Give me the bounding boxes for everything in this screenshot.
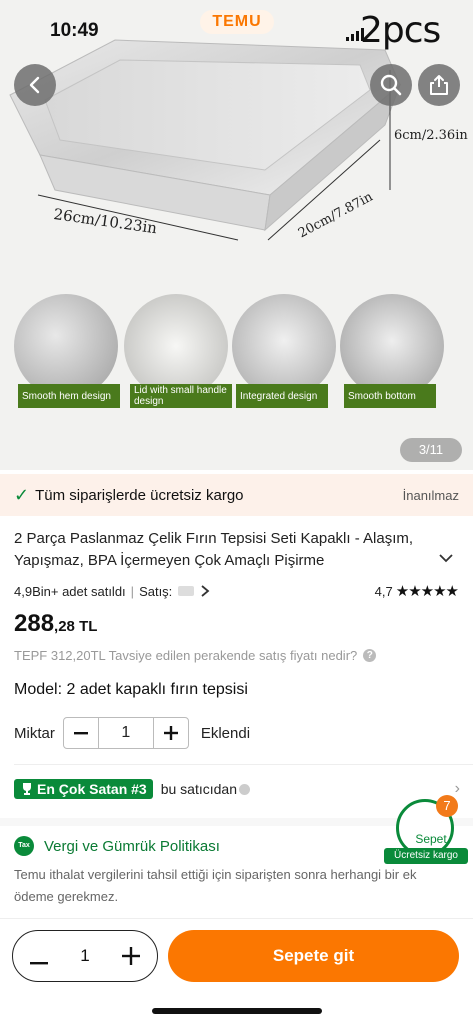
- bestseller-text: bu satıcıdan: [160, 781, 237, 797]
- back-button[interactable]: [14, 64, 56, 106]
- image-page-indicator: 3/11: [400, 438, 462, 462]
- check-icon: ✓: [14, 484, 30, 505]
- status-time: 10:49: [50, 20, 99, 41]
- rating[interactable]: 4,7 ★★★★★: [374, 582, 459, 600]
- product-title[interactable]: 2 Parça Paslanmaz Çelik Fırın Tepsisi Se…: [14, 528, 424, 572]
- bottom-quantity-stepper[interactable]: 1: [12, 930, 158, 982]
- trophy-icon: [23, 783, 31, 795]
- divider: [14, 764, 473, 765]
- feature-thumb-hem: [14, 294, 118, 398]
- feature-label-integrated: Integrated design: [236, 384, 328, 408]
- floating-cart-widget[interactable]: Sepet 7 Ücretsiz kargo: [384, 795, 470, 865]
- overlay-quantity-text: 2pcs: [360, 10, 441, 51]
- added-text: Eklendi: [200, 724, 251, 742]
- feature-label-hem: Smooth hem design: [18, 384, 120, 408]
- recommended-retail-price[interactable]: TEPF 312,20TL Tavsiye edilen perakende s…: [14, 648, 377, 663]
- bottom-increase-button[interactable]: [119, 941, 143, 972]
- seller-logo[interactable]: [178, 586, 195, 596]
- rating-value: 4,7: [374, 583, 393, 599]
- quantity-row: Miktar 1 Eklendi: [14, 717, 250, 749]
- increase-button[interactable]: [154, 718, 188, 748]
- decrease-button[interactable]: [64, 718, 98, 748]
- minus-icon: [73, 731, 88, 734]
- bottom-quantity-value[interactable]: 1: [80, 946, 89, 966]
- chevron-down-icon[interactable]: [438, 553, 454, 563]
- chevron-right-icon[interactable]: [200, 584, 210, 598]
- divider: [0, 918, 473, 919]
- height-dimension-label: 6cm/2.36in: [394, 128, 468, 143]
- price: 288,28 TL: [14, 610, 97, 638]
- sold-count: 4,9Bin+ adet satıldı: [14, 583, 126, 599]
- feature-label-bottom: Smooth bottom: [344, 384, 436, 408]
- cart-label: Sepet: [415, 832, 447, 846]
- search-button[interactable]: [370, 64, 412, 106]
- tax-policy-header[interactable]: Tax Vergi ve Gümrük Politikası: [14, 836, 220, 856]
- feature-thumb-integrated: [232, 294, 336, 398]
- bestseller-badge: En Çok Satan #3: [14, 779, 153, 799]
- tax-icon: Tax: [14, 836, 34, 856]
- price-decimal: ,28 TL: [54, 618, 98, 635]
- plus-icon: [163, 726, 178, 740]
- model-selection[interactable]: Model: 2 adet kapaklı fırın tepsisi: [14, 681, 248, 699]
- cart-free-shipping-label: Ücretsiz kargo: [384, 848, 468, 864]
- feature-label-lid: Lid with small handle design: [130, 384, 232, 408]
- shipping-more-link[interactable]: İnanılmaz: [403, 488, 459, 503]
- info-icon[interactable]: [238, 783, 250, 795]
- go-to-cart-button[interactable]: Sepete git: [168, 930, 459, 982]
- tax-policy-body: Temu ithalat vergilerini tahsil ettiği i…: [14, 867, 417, 904]
- product-image-gallery[interactable]: 10:49 TEMU 2pcs 26cm/10.23in 20cm/7.87in…: [0, 0, 473, 470]
- bottom-decrease-button[interactable]: [27, 941, 51, 972]
- cart-count-badge: 7: [436, 795, 458, 817]
- feature-thumbnails: Smooth hem design Lid with small handle …: [14, 294, 444, 414]
- seller-label[interactable]: Satış:: [139, 584, 172, 599]
- price-integer: 288: [14, 610, 55, 637]
- sold-and-rating-row: 4,9Bin+ adet satıldı | Satış: 4,7 ★★★★★: [14, 582, 459, 600]
- chevron-left-icon: [29, 76, 40, 94]
- help-icon[interactable]: ?: [363, 649, 377, 662]
- quantity-stepper[interactable]: 1: [62, 717, 189, 749]
- sold-separator: |: [130, 583, 135, 599]
- share-icon: [430, 75, 448, 95]
- minus-icon: [30, 961, 48, 964]
- feature-thumb-bottom: [340, 294, 444, 398]
- bestseller-badge-text: En Çok Satan #3: [37, 781, 147, 797]
- brand-logo: TEMU: [200, 10, 274, 34]
- tax-policy-title: Vergi ve Gümrük Politikası: [44, 837, 220, 855]
- share-button[interactable]: [418, 64, 460, 106]
- rrp-text: TEPF 312,20TL Tavsiye edilen perakende s…: [14, 648, 358, 663]
- quantity-value[interactable]: 1: [97, 718, 154, 748]
- home-indicator[interactable]: [152, 1008, 322, 1014]
- feature-thumb-lid: [124, 294, 228, 398]
- free-shipping-banner[interactable]: ✓ Tüm siparişlerde ücretsiz kargo İnanıl…: [0, 474, 473, 516]
- search-icon: [380, 74, 402, 96]
- plus-icon: [122, 946, 140, 965]
- rating-stars-icon: ★★★★★: [395, 583, 459, 600]
- free-shipping-text: Tüm siparişlerde ücretsiz kargo: [35, 486, 244, 504]
- quantity-label: Miktar: [14, 724, 55, 742]
